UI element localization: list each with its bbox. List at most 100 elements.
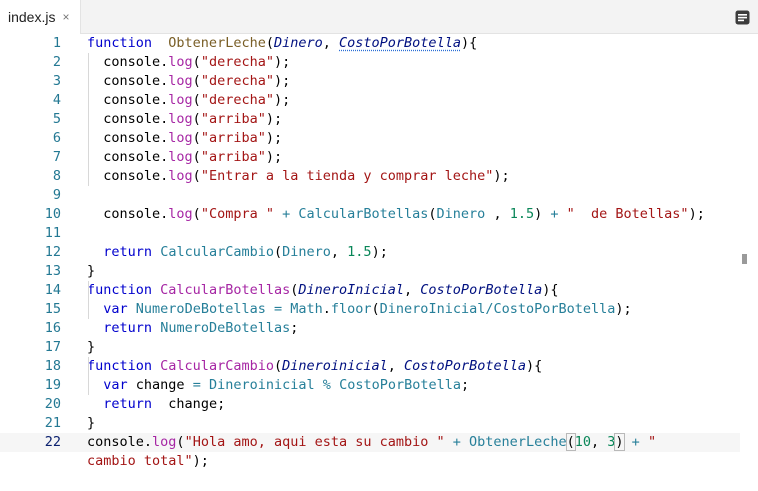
code-token: ){ bbox=[525, 358, 543, 374]
line-number: 13 bbox=[44, 263, 61, 279]
code-token: ){ bbox=[460, 35, 478, 51]
code-line-11[interactable]: 11 bbox=[0, 224, 740, 243]
code-token: "derecha" bbox=[200, 54, 274, 70]
code-token: Dineroinicial bbox=[208, 377, 315, 393]
code-token: ( bbox=[192, 111, 201, 127]
code-token: ); bbox=[192, 453, 209, 469]
code-token: return bbox=[103, 320, 153, 336]
code-token: , bbox=[485, 206, 510, 222]
code-token: "Hola amo, aqui esta su cambio " bbox=[184, 434, 445, 450]
code-line-2[interactable]: 2 console.log("derecha"); bbox=[0, 53, 740, 72]
code-token: console. bbox=[87, 130, 169, 146]
code-token: log bbox=[168, 92, 193, 108]
code-token: ); bbox=[688, 206, 705, 222]
code-editor[interactable]: 1 function ObtenerLeche(Dinero, CostoPorB… bbox=[0, 34, 740, 491]
code-token: 1.5 bbox=[509, 206, 535, 222]
line-code: } bbox=[87, 262, 95, 281]
code-line-14[interactable]: 14 function CalcularBotellas(DineroInicia… bbox=[0, 281, 740, 300]
code-line-13[interactable]: 13} bbox=[0, 262, 740, 281]
line-number: 8 bbox=[52, 168, 61, 184]
code-line-6[interactable]: 6 console.log("arriba"); bbox=[0, 129, 740, 148]
code-line-10[interactable]: 10 console.log("Compra " + CalcularBotel… bbox=[0, 205, 740, 224]
code-token: change; bbox=[152, 396, 226, 412]
close-icon[interactable]: × bbox=[62, 10, 69, 24]
code-token: return bbox=[103, 244, 153, 260]
code-token: , bbox=[387, 358, 405, 374]
scrollbar-thumb[interactable] bbox=[742, 254, 747, 264]
code-token: console. bbox=[87, 168, 169, 184]
code-token: console. bbox=[87, 54, 169, 70]
code-token: console. bbox=[87, 149, 169, 165]
code-token: ( bbox=[192, 54, 201, 70]
list-icon[interactable] bbox=[735, 10, 750, 25]
code-token: ( bbox=[192, 149, 201, 165]
code-token: CalcularBotellas bbox=[298, 206, 429, 222]
code-token: ); bbox=[265, 130, 283, 146]
code-token: Dinero bbox=[436, 206, 486, 222]
code-line-8[interactable]: 8 console.log("Entrar a la tienda y comp… bbox=[0, 167, 740, 186]
line-code: console.log("derecha"); bbox=[87, 91, 290, 110]
code-token: + bbox=[623, 434, 648, 450]
code-line-18[interactable]: 18 function CalcularCambio(Dineroinicial,… bbox=[0, 357, 740, 376]
code-line-wrap[interactable]: cambio total"); bbox=[0, 452, 740, 471]
line-code: return change; bbox=[87, 395, 225, 414]
code-token: "Compra " bbox=[200, 206, 274, 222]
code-token: DineroInicial bbox=[298, 282, 405, 298]
code-token: log bbox=[168, 73, 193, 89]
code-line-22[interactable]: 22 console.log("Hola amo, aqui esta su ca… bbox=[0, 433, 740, 452]
code-token: log bbox=[168, 111, 193, 127]
line-code: console.log("Compra " + CalcularBotellas… bbox=[87, 205, 705, 224]
code-line-17[interactable]: 17} bbox=[0, 338, 740, 357]
code-line-21[interactable]: 21} bbox=[0, 414, 740, 433]
line-number: 7 bbox=[52, 149, 61, 165]
code-line-5[interactable]: 5 console.log("arriba"); bbox=[0, 110, 740, 129]
code-token: cambio total" bbox=[87, 453, 193, 469]
line-code: var NumeroDeBotellas = Math.floor(Dinero… bbox=[87, 300, 631, 319]
code-token: 1.5 bbox=[347, 244, 372, 260]
code-token: log bbox=[168, 149, 193, 165]
code-token: , bbox=[404, 282, 421, 298]
code-line-9[interactable]: 9 bbox=[0, 186, 740, 205]
code-token: NumeroDeBotellas bbox=[160, 320, 291, 336]
line-number: 21 bbox=[44, 415, 61, 431]
code-line-7[interactable]: 7 console.log("arriba"); bbox=[0, 148, 740, 167]
code-line-16[interactable]: 16 return NumeroDeBotellas; bbox=[0, 319, 740, 338]
code-token: console. bbox=[87, 73, 169, 89]
code-token: return bbox=[103, 396, 153, 412]
line-code: console.log("derecha"); bbox=[87, 72, 290, 91]
code-line-3[interactable]: 3 console.log("derecha"); bbox=[0, 72, 740, 91]
vertical-scrollbar[interactable] bbox=[740, 34, 758, 491]
code-token: ) bbox=[614, 433, 625, 451]
code-token: = bbox=[192, 377, 201, 393]
code-line-12[interactable]: 12 return CalcularCambio(Dinero, 1.5); bbox=[0, 243, 740, 262]
code-token: change bbox=[127, 377, 193, 393]
code-token: floor bbox=[330, 301, 372, 317]
code-token: ObtenerLeche bbox=[168, 35, 266, 51]
line-code: var change = Dineroinicial % CostoPorBot… bbox=[87, 376, 469, 395]
code-token: ); bbox=[265, 149, 283, 165]
line-code: } bbox=[87, 338, 95, 357]
code-line-4[interactable]: 4 console.log("derecha"); bbox=[0, 91, 740, 110]
code-token: function bbox=[87, 282, 153, 298]
indent-guide bbox=[88, 53, 89, 186]
code-token: , bbox=[591, 434, 608, 450]
code-token: NumeroDeBotellas bbox=[135, 301, 266, 317]
line-code: cambio total"); bbox=[87, 452, 209, 471]
code-line-19[interactable]: 19 var change = Dineroinicial % CostoPor… bbox=[0, 376, 740, 395]
code-line-15[interactable]: 15 var NumeroDeBotellas = Math.floor(Din… bbox=[0, 300, 740, 319]
tab-index-js[interactable]: index.js × bbox=[0, 0, 81, 34]
line-number: 18 bbox=[44, 358, 61, 374]
line-code: console.log("arriba"); bbox=[87, 110, 282, 129]
code-line-20[interactable]: 20 return change; bbox=[0, 395, 740, 414]
code-token: "arriba" bbox=[200, 111, 266, 127]
code-token: "derecha" bbox=[200, 73, 274, 89]
code-token: ObtenerLeche bbox=[469, 434, 567, 450]
line-number: 2 bbox=[52, 54, 61, 70]
line-number: 5 bbox=[52, 111, 61, 127]
code-token: ( bbox=[192, 130, 201, 146]
code-line-1[interactable]: 1 function ObtenerLeche(Dinero, CostoPorB… bbox=[0, 34, 740, 53]
